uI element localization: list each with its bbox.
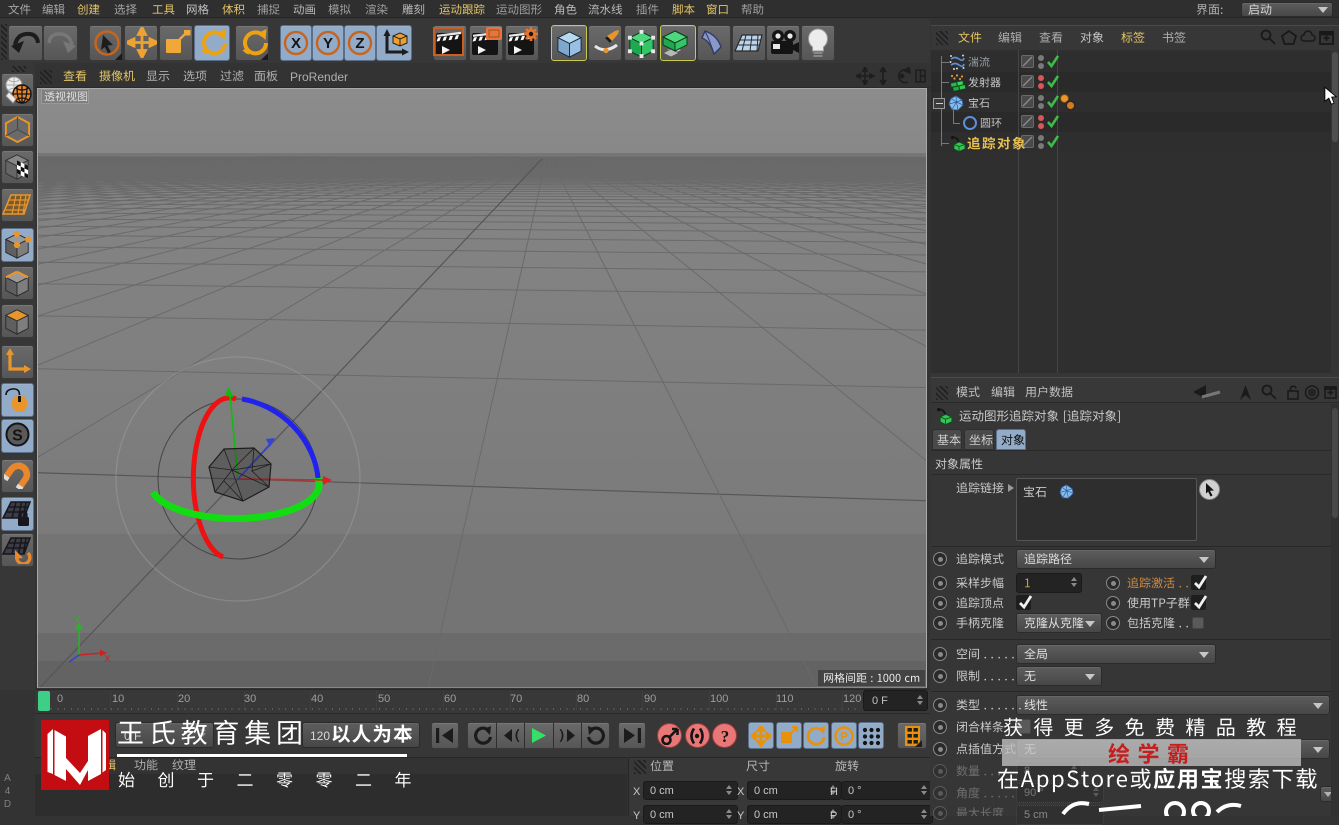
svg-text:Y: Y	[323, 35, 333, 52]
svg-text:S: S	[12, 428, 23, 445]
svg-text:P: P	[839, 730, 847, 744]
svg-text:?: ?	[720, 727, 729, 745]
svg-text:Y: Y	[74, 615, 81, 626]
svg-text:X: X	[104, 654, 111, 665]
svg-text:X: X	[291, 35, 301, 52]
svg-text:Z: Z	[355, 35, 364, 52]
